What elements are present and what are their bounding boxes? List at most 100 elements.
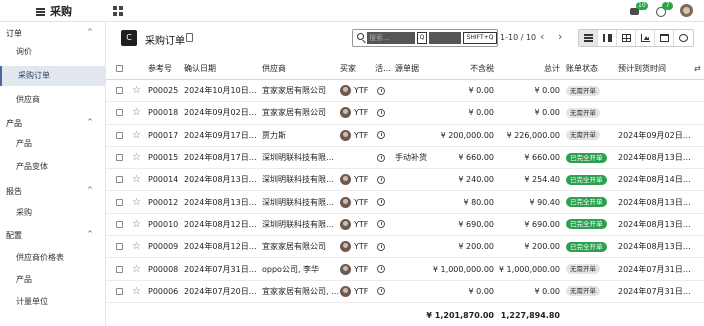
select-all-checkbox[interactable] [116, 58, 123, 79]
table-row[interactable]: ☆ P00014 2024年08月13日… 深圳明联科技有限… YTF ¥ 24… [106, 169, 704, 192]
user-avatar[interactable] [680, 4, 693, 17]
activity-clock-icon[interactable] [377, 147, 385, 168]
graph-view-button[interactable] [636, 30, 655, 46]
activity-clock-icon[interactable] [377, 102, 385, 123]
new-button[interactable]: C [121, 30, 137, 46]
sidebar-section-configuration[interactable]: 配置 [6, 230, 22, 241]
sidebar-item-purchase-orders[interactable]: 采购订单 [0, 66, 106, 86]
checkbox[interactable] [116, 87, 123, 95]
col-vendor[interactable]: 供应商 [262, 58, 286, 79]
pivot-view-button[interactable] [617, 30, 636, 46]
expected-cell: 2024年08月13日… [618, 219, 691, 229]
star-icon[interactable]: ☆ [132, 169, 141, 190]
checkbox[interactable] [116, 243, 123, 251]
col-bill-status[interactable]: 账单状态 [566, 58, 598, 79]
activity-clock-icon[interactable] [377, 169, 385, 190]
checkbox[interactable] [116, 65, 123, 72]
table-row[interactable]: ☆ P00006 2024年07月20日… 宜家家居有限公司, … YTF ¥ … [106, 281, 704, 303]
star-icon[interactable]: ☆ [132, 214, 141, 235]
sidebar-section-orders[interactable]: 订单 [6, 28, 22, 39]
star-icon[interactable]: ☆ [132, 80, 141, 101]
sidebar-item-vendor-pricelists[interactable]: 供应商价格表 [0, 248, 106, 268]
sidebar-item-product-variants[interactable]: 产品变体 [0, 157, 106, 177]
col-total[interactable]: 总计 [496, 58, 560, 79]
activity-clock-icon[interactable] [377, 214, 385, 235]
avatar [340, 174, 351, 186]
sidebar-item-rfq[interactable]: 询价 [0, 42, 106, 62]
apps-grid-icon[interactable] [113, 6, 123, 16]
sidebar-section-products[interactable]: 产品 [6, 118, 22, 129]
optional-columns-icon[interactable]: ⇄ [694, 58, 701, 79]
col-expected-arrival[interactable]: 预计到货时间 [618, 58, 666, 79]
activity-clock-icon[interactable] [377, 192, 385, 213]
table-row[interactable]: ☆ P00012 2024年08月13日… 深圳明联科技有限… YTF ¥ 80… [106, 192, 704, 214]
col-source[interactable]: 源单据 [395, 58, 419, 79]
table-row[interactable]: ☆ P00008 2024年07月31日… oppo公司, 李华 YTF ¥ 1… [106, 258, 704, 281]
checkbox[interactable] [116, 176, 123, 184]
calendar-view-button[interactable] [655, 30, 674, 46]
messages-button[interactable]: 10 [630, 2, 648, 17]
activity-clock-icon[interactable] [377, 236, 385, 257]
table-row[interactable]: ☆ P00010 2024年08月12日… 深圳明联科技有限… YTF ¥ 69… [106, 214, 704, 237]
activities-button[interactable]: 7 [656, 2, 673, 17]
star-icon[interactable]: ☆ [132, 281, 141, 302]
row-checkbox[interactable] [116, 169, 123, 190]
table-row[interactable]: ☆ P00018 2024年09月02日… 宜家家居有限公司 YTF ¥ 0.0… [106, 102, 704, 125]
chevron-up-icon[interactable]: ^ [87, 186, 93, 194]
checkbox[interactable] [116, 287, 123, 295]
star-icon[interactable]: ☆ [132, 147, 141, 168]
activity-clock-icon[interactable] [377, 125, 385, 146]
checkbox[interactable] [116, 131, 123, 139]
sidebar-item-vendors[interactable]: 供应商 [0, 90, 106, 110]
checkbox[interactable] [116, 265, 123, 273]
row-checkbox[interactable] [116, 125, 123, 146]
row-checkbox[interactable] [116, 236, 123, 257]
col-ref[interactable]: 参考号 [148, 58, 172, 79]
sidebar-item-purchase-report[interactable]: 采购 [0, 203, 106, 223]
chevron-up-icon[interactable]: ^ [87, 118, 93, 126]
row-checkbox[interactable] [116, 258, 123, 279]
row-checkbox[interactable] [116, 281, 123, 302]
kanban-view-button[interactable] [598, 30, 617, 46]
table-row[interactable]: ☆ P00017 2024年09月17日… 贾力斯 YTF ¥ 200,000.… [106, 125, 704, 147]
activity-clock-icon[interactable] [377, 281, 385, 302]
sidebar-item-uom[interactable]: 计量单位 [0, 292, 106, 312]
checkbox[interactable] [116, 154, 123, 162]
pager-value[interactable]: 1-10 / 10 [500, 33, 536, 42]
star-icon[interactable]: ☆ [132, 125, 141, 146]
star-icon[interactable]: ☆ [132, 102, 141, 123]
row-checkbox[interactable] [116, 102, 123, 123]
chevron-up-icon[interactable]: ^ [87, 28, 93, 36]
chevron-right-icon[interactable]: › [558, 30, 562, 43]
col-untaxed[interactable]: 不含税 [436, 58, 494, 79]
chevron-up-icon[interactable]: ^ [87, 230, 93, 238]
activity-clock-icon[interactable] [377, 258, 385, 279]
col-buyer[interactable]: 买家 [340, 58, 356, 79]
row-checkbox[interactable] [116, 147, 123, 168]
activity-clock-icon[interactable] [377, 80, 385, 101]
search-input[interactable]: 搜索... Q SHIFT+Q [352, 29, 498, 47]
col-confirm-date[interactable]: 确认日期 [184, 58, 216, 79]
star-icon[interactable]: ☆ [132, 236, 141, 257]
activity-view-button[interactable] [674, 30, 693, 46]
row-checkbox[interactable] [116, 192, 123, 213]
star-icon[interactable]: ☆ [132, 192, 141, 213]
status-badge-cell: 无需开单 [566, 125, 600, 146]
star-icon[interactable]: ☆ [132, 258, 141, 279]
list-view-button[interactable] [579, 30, 598, 46]
app-menu-toggle[interactable]: 采购 [36, 3, 72, 19]
sidebar-item-products[interactable]: 产品 [0, 134, 106, 154]
row-checkbox[interactable] [116, 80, 123, 101]
col-activity[interactable]: 活… [375, 58, 391, 79]
table-row[interactable]: ☆ P00015 2024年08月17日… 深圳明联科技有限… 手动补货 ¥ 6… [106, 147, 704, 170]
checkbox[interactable] [116, 198, 123, 206]
sidebar-item-config-products[interactable]: 产品 [0, 270, 106, 290]
sidebar-section-reporting[interactable]: 报告 [6, 186, 22, 197]
actions-gear-icon[interactable] [186, 33, 193, 42]
table-row[interactable]: ☆ P00009 2024年08月12日… 宜家家居有限公司 YTF ¥ 200… [106, 236, 704, 259]
row-checkbox[interactable] [116, 214, 123, 235]
checkbox[interactable] [116, 220, 123, 228]
chevron-left-icon[interactable]: ‹ [540, 30, 544, 43]
checkbox[interactable] [116, 109, 123, 117]
table-row[interactable]: ☆ P00025 2024年10月10日… 宜家家居有限公司 YTF ¥ 0.0… [106, 80, 704, 103]
